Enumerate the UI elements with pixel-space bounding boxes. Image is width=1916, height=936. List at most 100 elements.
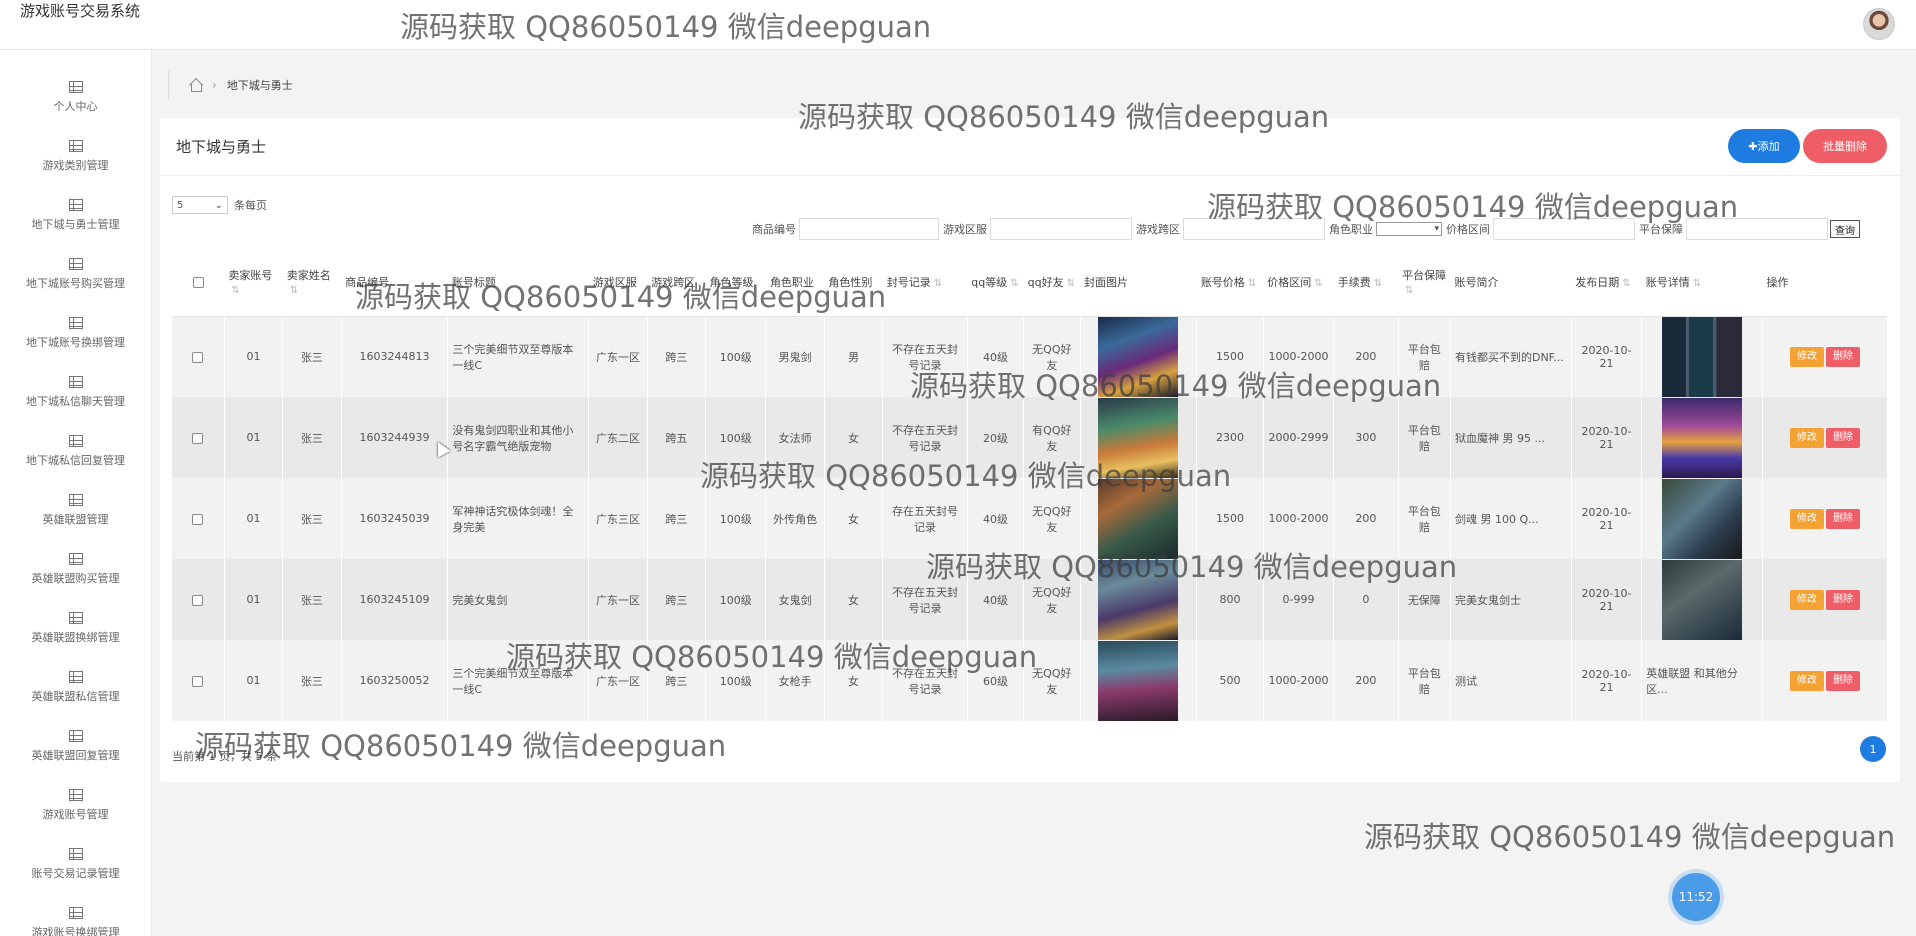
delete-button[interactable]: 删除: [1826, 508, 1861, 529]
sidebar-item-game-category[interactable]: 游戏类别管理: [0, 127, 151, 186]
role-gender: 男: [824, 316, 884, 397]
server-input[interactable]: [990, 218, 1132, 240]
column-header[interactable]: 账号简介: [1450, 248, 1572, 317]
column-header[interactable]: 操作: [1762, 248, 1888, 317]
server: 广东三区: [588, 478, 648, 559]
query-button[interactable]: 查询: [1830, 220, 1860, 238]
row-checkbox[interactable]: [192, 675, 204, 687]
role-job: 女法师: [765, 397, 825, 478]
sidebar-item-dnf-reply[interactable]: 地下城私信回复管理: [0, 422, 151, 481]
role-job-select[interactable]: ▾: [1376, 222, 1442, 236]
column-header[interactable]: qq等级 ⇅: [967, 248, 1024, 317]
table-grid-icon: [68, 671, 83, 683]
column-header[interactable]: 卖家姓名⇅: [282, 248, 342, 317]
user-avatar[interactable]: [1863, 8, 1895, 40]
floating-clock[interactable]: 11:52: [1672, 873, 1720, 921]
add-button[interactable]: ✚添加: [1728, 129, 1800, 163]
delete-button[interactable]: 删除: [1826, 670, 1861, 691]
seller-name: 张三: [282, 640, 342, 721]
account-intro: 完美女鬼剑士: [1450, 559, 1572, 640]
breadcrumb-current: 地下城与勇士: [226, 79, 293, 92]
select-all-checkbox[interactable]: [192, 276, 204, 288]
cross-server-input[interactable]: [1183, 218, 1325, 240]
sidebar-item-profile[interactable]: 个人中心: [0, 68, 151, 127]
sidebar-item-dnf-chat[interactable]: 地下城私信聊天管理: [0, 363, 151, 422]
sidebar-item-lol-rebind[interactable]: 英雄联盟换绑管理: [0, 599, 151, 658]
column-header[interactable]: 卖家账号⇅: [224, 248, 283, 317]
sidebar-item-dnf-purchase[interactable]: 地下城账号购买管理: [0, 245, 151, 304]
table-grid-icon: [68, 81, 83, 93]
sidebar-item-dnf-rebind[interactable]: 地下城账号换绑管理: [0, 304, 151, 363]
sidebar-item-lol-reply[interactable]: 英雄联盟回复管理: [0, 717, 151, 776]
role-job: 女枪手: [765, 640, 825, 721]
column-header[interactable]: 封面图片: [1080, 248, 1197, 317]
batch-delete-button[interactable]: 批量删除: [1803, 129, 1887, 163]
qq-friend: 无QQ好友: [1023, 640, 1081, 721]
delete-button[interactable]: 删除: [1826, 346, 1861, 367]
column-header[interactable]: 角色等级: [705, 248, 766, 317]
price-range: 2000-2999: [1263, 397, 1335, 478]
product-no-input[interactable]: [799, 218, 939, 240]
sidebar-item-account-rebind[interactable]: 游戏账号换绑管理: [0, 894, 151, 936]
sidebar-item-label: 英雄联盟回复管理: [31, 749, 120, 762]
pagination-page-1[interactable]: 1: [1860, 736, 1886, 762]
sidebar-item-label: 英雄联盟私信管理: [31, 690, 120, 703]
column-header[interactable]: 角色职业: [765, 248, 825, 317]
row-checkbox[interactable]: [192, 513, 204, 525]
edit-button[interactable]: 修改: [1790, 508, 1825, 529]
column-header[interactable]: 账号详情 ⇅: [1641, 248, 1763, 317]
table-row: 01 张三 1603244939 没有鬼剑四职业和其他小号名字霸气绝版宠物 广东…: [172, 397, 1888, 478]
cross-server: 跨三: [647, 316, 707, 397]
data-table: 卖家账号⇅ 卖家姓名⇅ 商品编号 账号标题 游戏区服 游戏跨区 角色等级 角色职…: [172, 248, 1888, 721]
role-gender: 女: [824, 559, 884, 640]
top-bar: 游戏账号交易系统: [0, 0, 1916, 50]
edit-button[interactable]: 修改: [1790, 589, 1825, 610]
account-detail: 英雄联盟 和其他分区...: [1641, 640, 1764, 721]
column-header[interactable]: 角色性别: [824, 248, 883, 317]
column-header[interactable]: 手续费 ⇅: [1333, 248, 1399, 317]
column-header[interactable]: 商品编号: [341, 248, 448, 317]
column-header[interactable]: 游戏区服: [588, 248, 648, 317]
edit-button[interactable]: 修改: [1790, 346, 1825, 367]
guarantee-input[interactable]: [1686, 218, 1828, 240]
seller-name: 张三: [282, 478, 342, 559]
sidebar-item-lol[interactable]: 英雄联盟管理: [0, 481, 151, 540]
column-header[interactable]: 平台保障⇅: [1398, 248, 1451, 317]
seller-account: 01: [224, 397, 284, 478]
sidebar-item-dnf[interactable]: 地下城与勇士管理: [0, 186, 151, 245]
table-grid-icon: [68, 317, 83, 329]
sidebar-item-lol-message[interactable]: 英雄联盟私信管理: [0, 658, 151, 717]
edit-button[interactable]: 修改: [1790, 670, 1825, 691]
column-header[interactable]: 发布日期 ⇅: [1571, 248, 1642, 317]
row-checkbox[interactable]: [192, 351, 204, 363]
table-row: 01 张三 1603244813 三个完美细节双至尊版本一线C 广东一区 跨三 …: [172, 316, 1888, 397]
row-checkbox[interactable]: [192, 432, 204, 444]
page-size-select[interactable]: 5 ⌄: [172, 196, 228, 214]
column-header[interactable]: 账号标题: [447, 248, 589, 317]
cover-image: [1098, 640, 1179, 721]
row-checkbox[interactable]: [192, 594, 204, 606]
account-title: 三个完美细节双至尊版本一线C: [447, 316, 590, 397]
column-header[interactable]: 封号记录 ⇅: [882, 248, 968, 317]
home-icon[interactable]: [189, 79, 202, 92]
sidebar-item-trade-record[interactable]: 账号交易记录管理: [0, 835, 151, 894]
column-header[interactable]: 价格区间 ⇅: [1263, 248, 1334, 317]
price-range: 0-999: [1263, 559, 1335, 640]
table-grid-icon: [68, 258, 83, 270]
delete-button[interactable]: 删除: [1826, 589, 1861, 610]
sidebar-item-label: 地下城私信回复管理: [26, 454, 125, 467]
column-header[interactable]: 账号价格 ⇅: [1196, 248, 1264, 317]
role-level: 100级: [705, 559, 767, 640]
price-range: 1000-2000: [1263, 316, 1335, 397]
price-range-input[interactable]: [1493, 218, 1635, 240]
edit-button[interactable]: 修改: [1790, 427, 1825, 448]
sidebar-item-game-account[interactable]: 游戏账号管理: [0, 776, 151, 835]
cross-server: 跨三: [647, 640, 707, 721]
sidebar-item-lol-purchase[interactable]: 英雄联盟购买管理: [0, 540, 151, 599]
column-header[interactable]: 游戏跨区: [647, 248, 706, 317]
delete-button[interactable]: 删除: [1826, 427, 1861, 448]
column-header[interactable]: qq好友 ⇅: [1023, 248, 1081, 317]
publish-date: 2020-10-21: [1571, 478, 1643, 559]
account-intro: 有钱都买不到的DNF...: [1450, 316, 1572, 397]
price-range: 1000-2000: [1263, 640, 1335, 721]
